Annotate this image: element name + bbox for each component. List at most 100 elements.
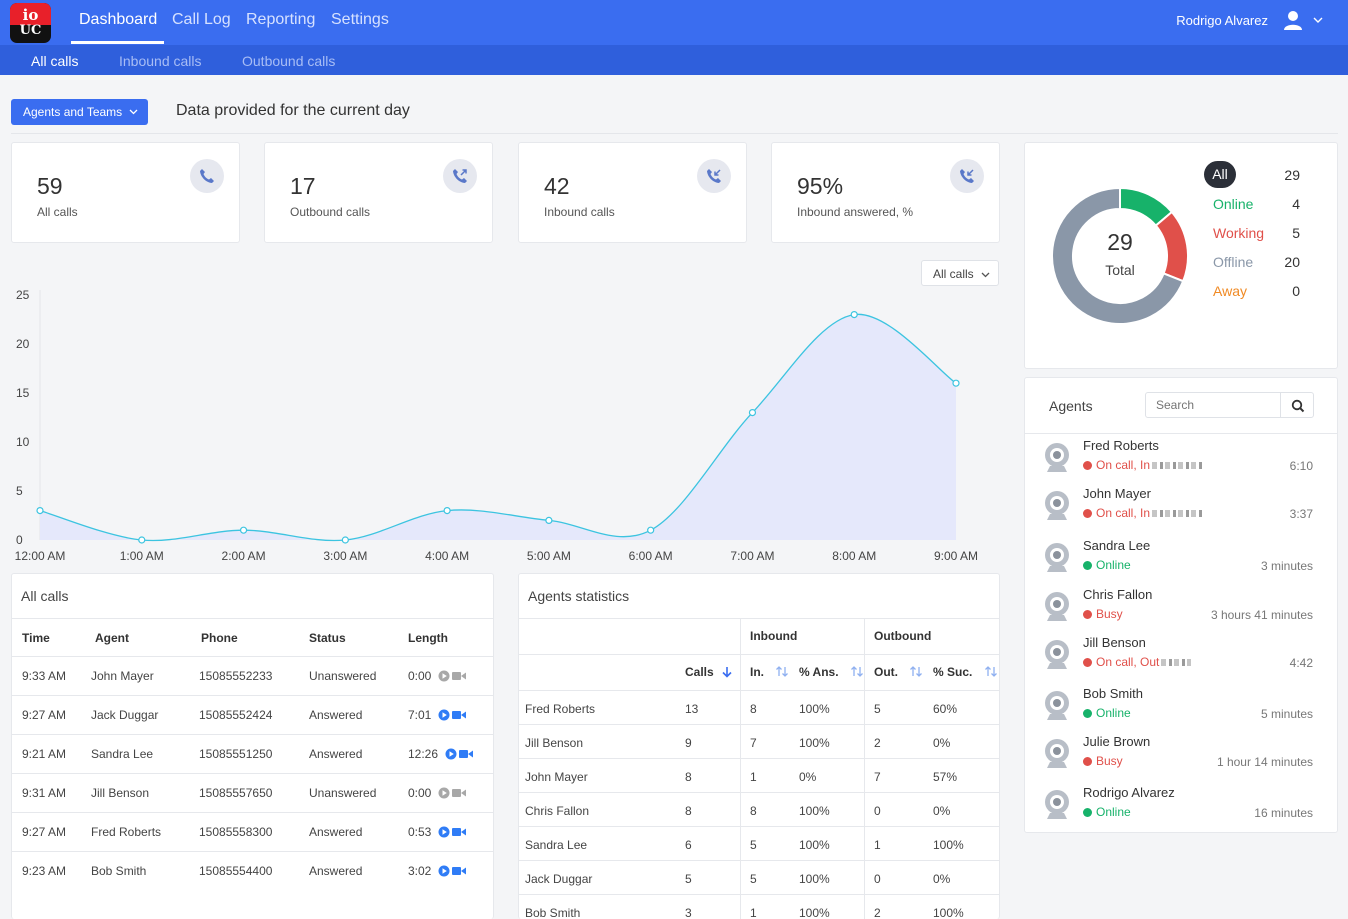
col-in[interactable]: In. [750, 665, 789, 679]
cell-out: 7 [874, 770, 881, 784]
agents-and-teams-label: Agents and Teams [23, 105, 123, 119]
nav-call-log[interactable]: Call Log [172, 11, 231, 29]
sort-icon[interactable] [850, 665, 864, 678]
col-calls[interactable]: Calls [685, 665, 733, 679]
agent-status-text: Online [1096, 558, 1131, 572]
stat-label: Inbound calls [544, 205, 615, 219]
play-recording-icon[interactable] [438, 709, 450, 721]
video-icon[interactable] [452, 827, 466, 837]
play-recording-icon[interactable] [438, 865, 450, 877]
chevron-down-icon[interactable] [1312, 14, 1324, 26]
webcam-avatar-icon [1045, 491, 1069, 520]
legend-count: 5 [1292, 225, 1300, 241]
cell-suc: 0% [933, 872, 951, 886]
app-logo[interactable]: io UC [10, 3, 51, 43]
divider [1025, 433, 1337, 434]
data-point[interactable] [748, 409, 757, 417]
x-tick-label: 4:00 AM [425, 549, 469, 563]
agent-name[interactable]: John Mayer [1083, 486, 1151, 501]
user-name[interactable]: Rodrigo Alvarez [1176, 13, 1268, 28]
cell-name: Jill Benson [525, 736, 584, 750]
agent-name[interactable]: Sandra Lee [1083, 538, 1150, 553]
cell-time: 9:23 AM [22, 864, 67, 878]
data-point[interactable] [443, 507, 451, 515]
data-point[interactable] [647, 526, 655, 534]
agent-time: 5 minutes [1260, 707, 1313, 721]
user-icon[interactable] [1282, 9, 1304, 31]
row-divider [12, 734, 493, 735]
data-point[interactable] [36, 507, 44, 515]
agent-search-input[interactable] [1145, 392, 1281, 418]
cell-time: 9:31 AM [22, 786, 67, 800]
nav-dashboard[interactable]: Dashboard [79, 11, 157, 29]
donut-total-value: 29 [1107, 229, 1133, 255]
col-phone[interactable]: Phone [201, 631, 238, 645]
data-point[interactable] [341, 536, 349, 544]
nav-reporting[interactable]: Reporting [246, 11, 315, 29]
cell-calls: 8 [685, 770, 692, 784]
subnav-all-calls[interactable]: All calls [31, 53, 78, 69]
sort-desc-icon[interactable] [721, 666, 733, 678]
agents-and-teams-dropdown[interactable]: Agents and Teams [11, 99, 148, 125]
cell-status: Unanswered [309, 669, 377, 683]
data-point[interactable] [138, 536, 146, 544]
subnav-inbound-calls[interactable]: Inbound calls [119, 53, 202, 69]
col-agent[interactable]: Agent [95, 631, 129, 645]
video-icon[interactable] [452, 710, 466, 720]
agent-name[interactable]: Fred Roberts [1083, 438, 1159, 453]
logo-text-bottom: UC [19, 23, 42, 38]
x-tick-label: 7:00 AM [730, 549, 774, 563]
webcam-avatar-icon [1045, 691, 1069, 720]
row-divider [12, 812, 493, 813]
cell-length: 0:53 [408, 825, 432, 839]
data-point[interactable] [952, 379, 960, 387]
agent-name[interactable]: Jill Benson [1083, 635, 1146, 650]
sort-icon[interactable] [984, 665, 998, 678]
col-status[interactable]: Status [309, 631, 346, 645]
header-divider [11, 133, 1338, 134]
legend-all-pill[interactable]: All [1204, 161, 1236, 188]
play-recording-icon[interactable] [438, 826, 450, 838]
agent-status: Online [1083, 706, 1131, 720]
agent-name[interactable]: Bob Smith [1083, 686, 1143, 701]
data-point[interactable] [545, 516, 553, 524]
subnav-outbound-calls[interactable]: Outbound calls [242, 53, 335, 69]
panel-title: Agents [1049, 398, 1093, 414]
search-button[interactable] [1280, 392, 1314, 418]
col-out[interactable]: Out. [874, 665, 923, 679]
col-length[interactable]: Length [408, 631, 448, 645]
sort-icon[interactable] [909, 665, 923, 678]
video-icon[interactable] [459, 749, 473, 759]
data-point[interactable] [850, 310, 858, 319]
cell-agent: Jill Benson [91, 786, 150, 800]
play-recording-icon[interactable] [445, 748, 457, 760]
play-recording-icon [438, 670, 450, 682]
divider [519, 690, 999, 691]
row-divider [12, 773, 493, 774]
row-divider [519, 758, 999, 759]
sort-icon[interactable] [775, 665, 789, 678]
legend-label: Away [1213, 283, 1247, 299]
agents-panel: Agents Fred Roberts On call, In 6:10 John M… [1024, 377, 1338, 833]
cell-time: 9:27 AM [22, 708, 67, 722]
row-divider [519, 894, 999, 895]
col-ans[interactable]: % Ans. [799, 665, 864, 679]
redacted-number [1161, 659, 1192, 667]
legend-label: Offline [1213, 254, 1254, 270]
col-suc[interactable]: % Suc. [933, 665, 998, 679]
divider [519, 654, 999, 655]
video-icon[interactable] [452, 866, 466, 876]
agent-name[interactable]: Chris Fallon [1083, 587, 1152, 602]
cell-out: 0 [874, 872, 881, 886]
agent-name[interactable]: Rodrigo Alvarez [1083, 785, 1175, 800]
status-dot [1083, 509, 1092, 518]
col-time[interactable]: Time [22, 631, 50, 645]
agent-name[interactable]: Julie Brown [1083, 734, 1150, 749]
cell-name: Sandra Lee [525, 838, 588, 852]
cell-status: Answered [309, 708, 363, 722]
data-point[interactable] [239, 526, 248, 534]
cell-time: 9:21 AM [22, 747, 67, 761]
nav-settings[interactable]: Settings [331, 11, 389, 29]
cell-status: Answered [309, 747, 363, 761]
agent-status: On call, In [1083, 458, 1203, 472]
